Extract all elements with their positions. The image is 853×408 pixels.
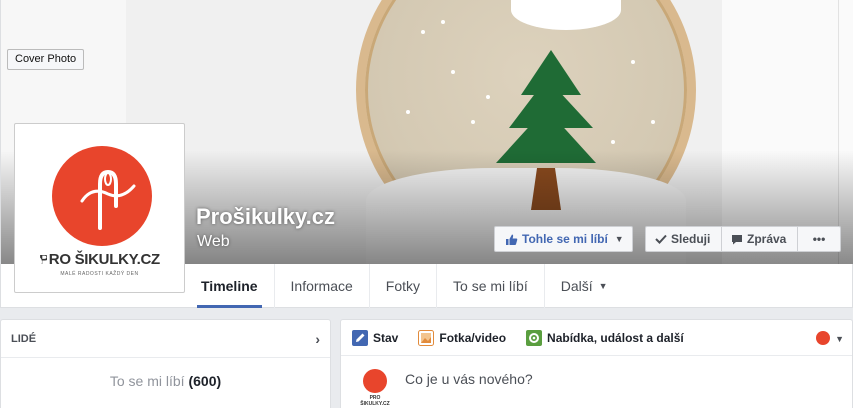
likes-count: (600) xyxy=(188,373,222,389)
people-heading: LIDÉ xyxy=(11,332,37,345)
snow-dot xyxy=(631,60,635,64)
like-button-label: Tohle se mi líbí xyxy=(522,232,608,246)
page-tabs: Timeline Informace Fotky To se mi líbí D… xyxy=(185,264,624,308)
composer-tab-offer-event[interactable]: Nabídka, událost a další xyxy=(526,329,684,346)
follow-button[interactable]: Sleduji xyxy=(645,226,722,252)
like-button[interactable]: Tohle se mi líbí ▼ xyxy=(494,226,633,252)
chevron-down-icon: ▼ xyxy=(598,281,608,291)
message-button-label: Zpráva xyxy=(747,232,787,246)
gear-icon xyxy=(526,329,543,346)
tab-timeline[interactable]: Timeline xyxy=(185,264,275,308)
thumbs-up-icon xyxy=(505,233,518,246)
composer-input[interactable]: Co je u vás nového? xyxy=(405,371,533,408)
snow-dot xyxy=(611,140,615,144)
follow-button-label: Sleduji xyxy=(671,232,711,246)
snow-dot xyxy=(441,20,445,24)
pencil-icon xyxy=(352,329,368,346)
snow-dot xyxy=(406,110,410,114)
chevron-down-icon[interactable]: ▼ xyxy=(835,334,844,344)
composer-body[interactable]: PRO ŠIKULKY.CZ Co je u vás nového? xyxy=(341,356,852,408)
needle-logo-icon xyxy=(52,146,152,246)
photo-icon xyxy=(418,329,435,346)
likes-count-line[interactable]: To se mi líbí (600) xyxy=(1,373,330,389)
camera-icon[interactable] xyxy=(21,246,51,276)
page-title[interactable]: Prošikulky.cz xyxy=(196,204,335,230)
snow-dot xyxy=(651,120,655,124)
avatar: PRO ŠIKULKY.CZ xyxy=(359,369,391,408)
composer-tab-status[interactable]: Stav xyxy=(352,329,398,346)
checkmark-icon xyxy=(655,234,667,244)
snow-dot xyxy=(421,30,425,34)
people-header[interactable]: LIDÉ › xyxy=(1,320,330,358)
message-icon xyxy=(731,234,743,245)
tab-more[interactable]: Další ▼ xyxy=(545,264,624,308)
tab-fotky[interactable]: Fotky xyxy=(370,264,438,308)
chevron-right-icon[interactable]: › xyxy=(315,331,320,347)
snow-dot xyxy=(486,95,490,99)
snow-dot xyxy=(451,70,455,74)
more-options-button[interactable]: ••• xyxy=(798,226,841,252)
page-header: Cover Photo PRO ŠIKULKY.CZ MALÉ RADOSTI … xyxy=(0,0,853,308)
chevron-down-icon: ▼ xyxy=(614,234,624,244)
people-card: LIDÉ › To se mi líbí (600) xyxy=(0,319,331,408)
composer-avatar[interactable] xyxy=(816,331,830,345)
tab-likes[interactable]: To se mi líbí xyxy=(437,264,545,308)
page-category[interactable]: Web xyxy=(197,233,230,251)
likes-label: To se mi líbí xyxy=(109,373,185,389)
post-composer: Stav Fotka/video Nabídka, událost a dalš… xyxy=(340,319,853,408)
cover-photo-button[interactable]: Cover Photo xyxy=(7,49,85,70)
tab-informace[interactable]: Informace xyxy=(275,264,370,308)
composer-tab-photo-video[interactable]: Fotka/video xyxy=(418,329,506,346)
message-button[interactable]: Zpráva xyxy=(722,226,798,252)
composer-tabs: Stav Fotka/video Nabídka, událost a dalš… xyxy=(341,320,852,356)
snow-dot xyxy=(471,120,475,124)
